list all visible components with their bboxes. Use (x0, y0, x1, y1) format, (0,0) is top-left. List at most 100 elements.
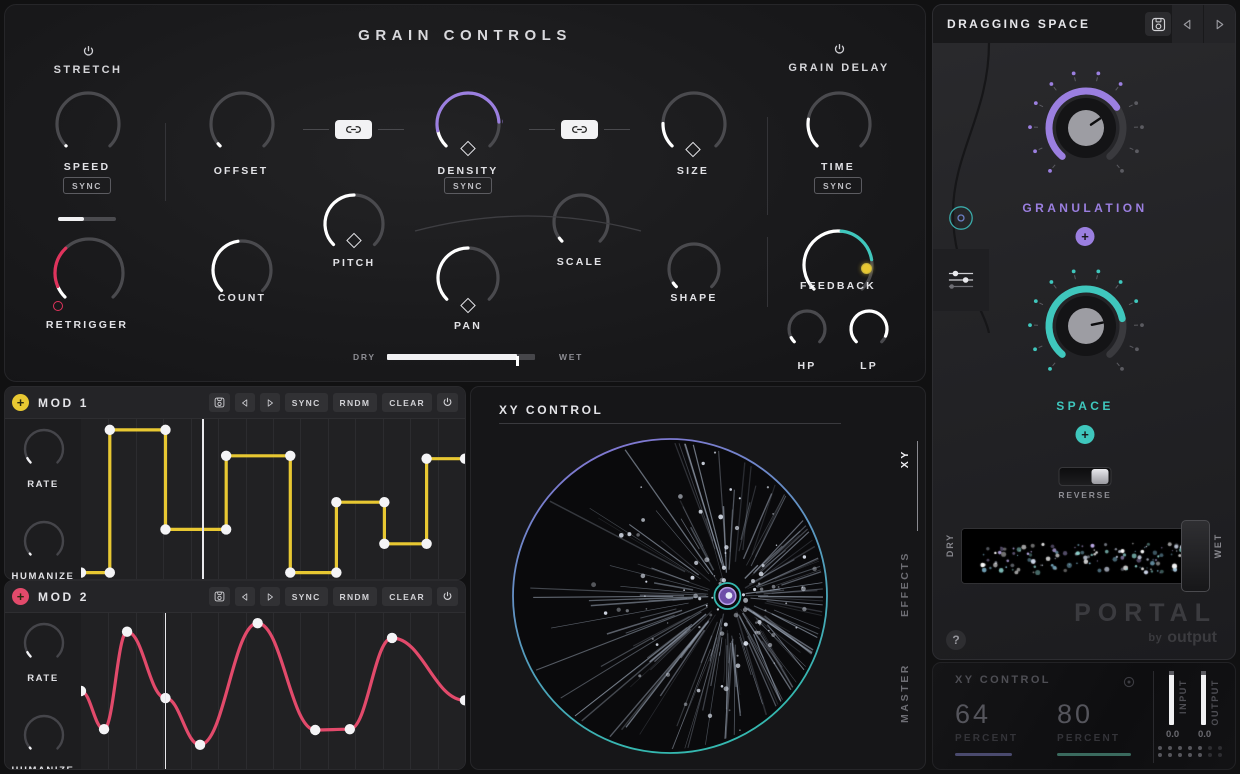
granulation-add-button[interactable]: + (1076, 227, 1095, 246)
speed-label: SPEED (64, 161, 111, 173)
retrigger-level-bar[interactable] (58, 217, 116, 221)
output-value: 0.0 (1198, 729, 1211, 740)
grain-delay-label: GRAIN DELAY (788, 62, 889, 74)
mod1-rate-knob[interactable] (22, 427, 66, 476)
mod1-rate-label: RATE (27, 479, 59, 490)
next-preset-button[interactable] (1203, 5, 1235, 43)
prev-arrow-icon (240, 398, 250, 408)
next-arrow-icon (265, 398, 275, 408)
speed-knob[interactable] (53, 89, 123, 159)
mod1-curve[interactable] (81, 419, 465, 579)
mod2-next-button[interactable] (260, 587, 280, 606)
space-add-button[interactable]: + (1076, 425, 1095, 444)
time-sync-button[interactable]: SYNC (814, 177, 862, 194)
pitch-label: PITCH (333, 257, 376, 269)
retrigger-knob[interactable] (51, 235, 127, 311)
logo-dot (1218, 746, 1222, 750)
power-icon[interactable] (82, 45, 95, 58)
stretch-section-header: STRETCH (25, 45, 151, 76)
mix-track[interactable] (387, 354, 535, 360)
mod1-prev-button[interactable] (235, 393, 255, 412)
mod1-title: MOD 1 (38, 396, 89, 410)
mod2-rndm-button[interactable]: RNDM (333, 587, 378, 606)
dry-wet-handle[interactable] (1181, 520, 1210, 592)
xy-visualizer[interactable] (499, 431, 841, 761)
mix-handle[interactable] (516, 356, 519, 366)
save-preset-icon (214, 591, 225, 602)
mod1-rndm-button[interactable]: RNDM (333, 393, 378, 412)
link-icon (346, 125, 361, 134)
link-icon (572, 125, 587, 134)
mod2-clear-button[interactable]: CLEAR (382, 587, 432, 606)
tab-xy[interactable]: XY (899, 449, 911, 468)
logo-dot-grid (1158, 746, 1225, 757)
meter-peak (1201, 671, 1206, 675)
playhead (165, 613, 167, 769)
mod2-sequencer-lane[interactable] (81, 613, 465, 769)
space-knob[interactable] (1025, 265, 1147, 392)
tab-effects[interactable]: EFFECTS (899, 551, 911, 617)
mod1-sequencer-lane[interactable] (81, 419, 465, 579)
mod2-humanize-knob[interactable] (22, 713, 66, 762)
power-icon (442, 397, 453, 408)
space-label: SPACE (1056, 399, 1113, 413)
portal-logo: PORTAL by output (1074, 599, 1217, 647)
y-readout-bar (1057, 753, 1131, 756)
mod1-badge[interactable]: + (12, 394, 29, 411)
target-icon[interactable] (1123, 675, 1135, 693)
xy-tab-strip: XY EFFECTS MASTER (875, 431, 919, 759)
mod1-power-button[interactable] (437, 393, 458, 412)
mod2-sync-button[interactable]: SYNC (285, 587, 328, 606)
shape-knob[interactable] (665, 240, 723, 298)
speed-sync-button[interactable]: SYNC (63, 177, 111, 194)
mod2-prev-button[interactable] (235, 587, 255, 606)
link-button-density-size[interactable] (561, 120, 598, 139)
grain-dry-wet-slider[interactable]: DRY WET (353, 350, 593, 364)
sidebar-item-portal[interactable] (933, 187, 989, 249)
count-label: COUNT (218, 292, 266, 304)
logo-dot (1158, 753, 1162, 757)
dry-wet-slider[interactable] (961, 528, 1209, 584)
sidebar-item-mixer[interactable] (933, 249, 989, 311)
save-preset-button[interactable] (1145, 12, 1171, 36)
reverse-toggle[interactable] (1059, 467, 1112, 486)
playhead (202, 419, 204, 579)
lp-knob[interactable] (847, 307, 891, 351)
feedback-mod-handle[interactable] (861, 263, 872, 274)
mod1-humanize-knob[interactable] (22, 519, 66, 568)
meter-peak (1169, 671, 1174, 675)
mod2-rate-knob[interactable] (22, 621, 66, 670)
feedback-label: FEEDBACK (800, 280, 876, 292)
divider (499, 423, 841, 424)
logo-dot (1198, 753, 1202, 757)
prev-arrow-icon (1181, 18, 1194, 31)
mod1-clear-button[interactable]: CLEAR (382, 393, 432, 412)
mod2-power-button[interactable] (437, 587, 458, 606)
toggle-handle[interactable] (1092, 469, 1109, 484)
offset-knob[interactable] (207, 89, 277, 159)
link-button-speed-density[interactable] (335, 120, 372, 139)
granulation-knob[interactable] (1025, 67, 1147, 194)
xy-pad[interactable] (499, 431, 841, 761)
mod1-sync-button[interactable]: SYNC (285, 393, 328, 412)
mod2-preset-button[interactable] (209, 587, 230, 606)
time-knob[interactable] (804, 89, 874, 159)
help-button[interactable]: ? (946, 630, 966, 650)
retrigger-mod-handle[interactable] (53, 301, 63, 311)
density-sync-button[interactable]: SYNC (444, 177, 492, 194)
mod1-preset-button[interactable] (209, 393, 230, 412)
power-icon[interactable] (833, 43, 846, 56)
mod1-next-button[interactable] (260, 393, 280, 412)
prev-preset-button[interactable] (1171, 5, 1203, 43)
particle-visualizer (962, 529, 1209, 584)
mod2-curve[interactable] (81, 613, 465, 769)
divider (767, 237, 768, 307)
wet-label: WET (559, 352, 583, 362)
mod2-badge[interactable]: + (12, 588, 29, 605)
grain-controls-panel: GRAIN CONTROLS STRETCH GRAIN DELAY SPEED… (4, 4, 926, 382)
lp-label: LP (860, 360, 878, 372)
logo-dot (1158, 746, 1162, 750)
hp-knob[interactable] (785, 307, 829, 351)
tab-master[interactable]: MASTER (899, 663, 911, 723)
by-text: by (1148, 632, 1162, 644)
